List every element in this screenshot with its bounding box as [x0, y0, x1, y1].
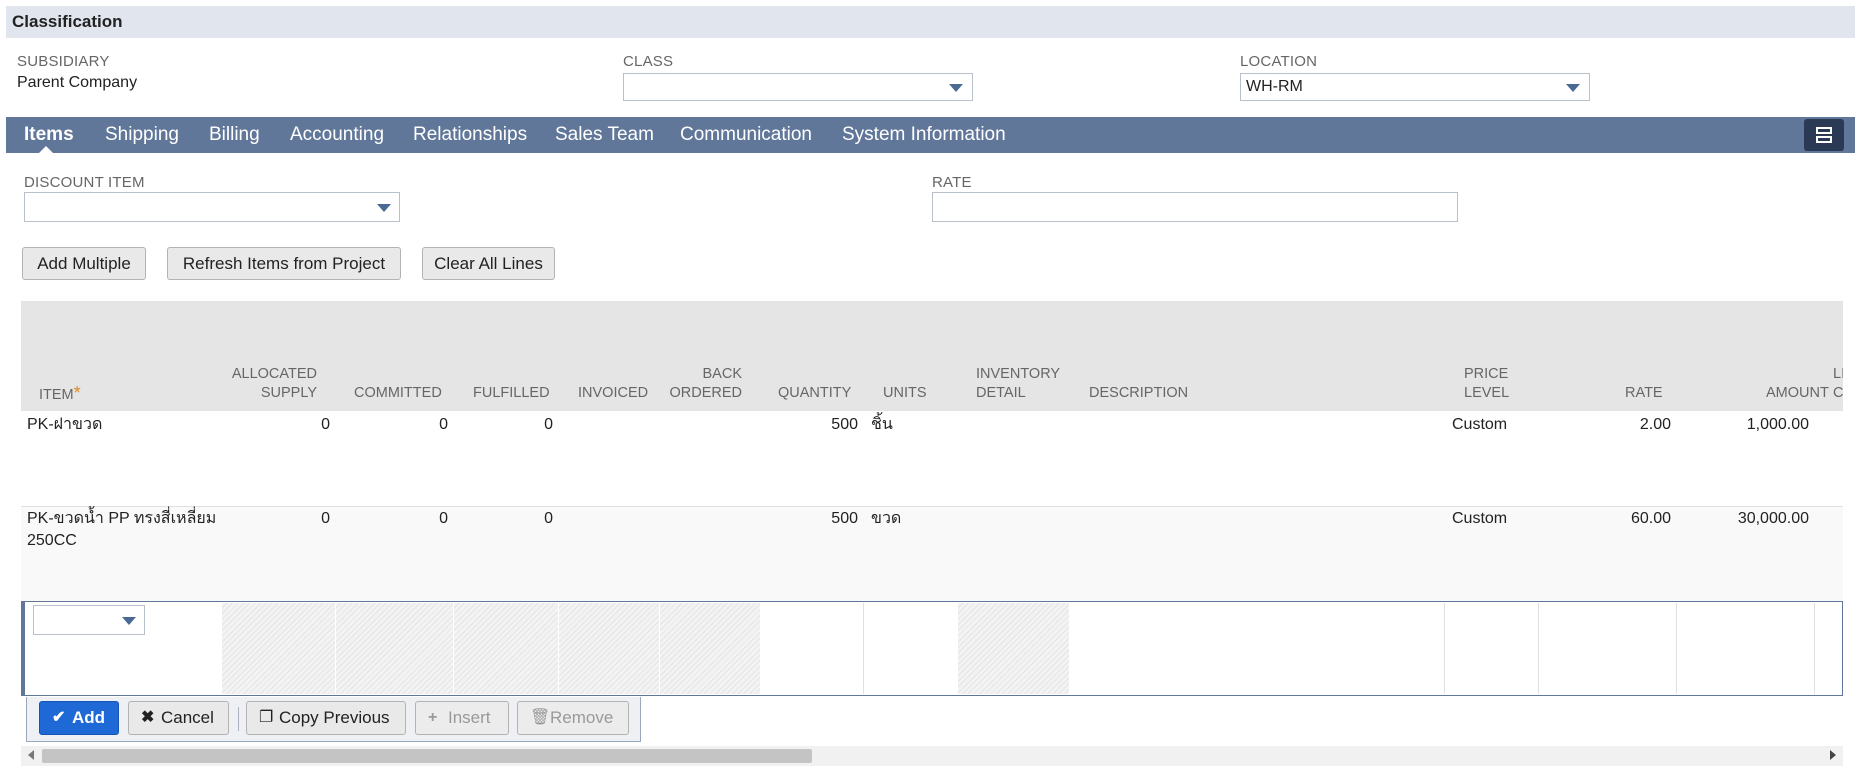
cell-divider [1676, 603, 1677, 694]
column-header-quantity[interactable]: QUANTITY [778, 384, 851, 403]
row1-quantity: 500 [831, 416, 858, 433]
close-icon: ✖ [141, 709, 155, 726]
column-header-back-ordered[interactable]: BACK ORDERED [660, 365, 742, 403]
new-line-item-select[interactable] [33, 605, 145, 635]
rate-input[interactable] [932, 192, 1458, 222]
scroll-left-icon[interactable] [28, 750, 34, 760]
column-header-fulfilled[interactable]: FULFILLED [473, 384, 550, 403]
active-tab-pointer [39, 146, 53, 153]
discount-item-select[interactable] [24, 192, 400, 222]
column-header-description[interactable]: DESCRIPTION [1089, 384, 1188, 403]
cell-divider [863, 603, 864, 694]
row2-quantity: 500 [831, 510, 858, 527]
scroll-right-icon[interactable] [1830, 750, 1836, 760]
tab-shipping[interactable]: Shipping [105, 117, 179, 153]
refresh-items-button[interactable]: Refresh Items from Project [167, 247, 401, 280]
insert-line-button[interactable]: + Insert [415, 701, 509, 735]
remove-line-button[interactable]: 🗑 Remove [517, 701, 629, 735]
row1-committed: 0 [439, 416, 448, 433]
row1-allocated: 0 [321, 416, 330, 433]
trash-icon: 🗑 [530, 709, 551, 726]
locked-cell [222, 603, 335, 694]
toolbar-divider [238, 707, 239, 731]
locked-cell [454, 603, 558, 694]
scrollbar-thumb[interactable] [42, 749, 812, 763]
row1-price-level: Custom [1452, 416, 1508, 433]
tab-sales-team[interactable]: Sales Team [555, 117, 654, 153]
subsidiary-label: SUBSIDIARY [17, 53, 110, 70]
tab-communication[interactable]: Communication [680, 117, 812, 153]
row1-fulfilled: 0 [544, 416, 553, 433]
column-header-amount[interactable]: AMOUNT [1766, 384, 1829, 403]
clear-all-lines-button[interactable]: Clear All Lines [422, 247, 555, 280]
column-header-allocated-supply[interactable]: ALLOCATED SUPPLY [222, 365, 317, 403]
chevron-down-icon[interactable] [377, 204, 391, 212]
section-header-classification: Classification [6, 6, 1855, 38]
column-header-item[interactable]: ITEM* [39, 384, 81, 405]
tab-relationships[interactable]: Relationships [413, 117, 527, 153]
row2-allocated: 0 [321, 510, 330, 527]
location-label: LOCATION [1240, 53, 1318, 70]
column-header-units[interactable]: UNITS [883, 384, 927, 403]
discount-item-label: DISCOUNT ITEM [24, 174, 145, 191]
row1-units: ชิ้น [871, 416, 893, 433]
row2-units: ขวด [871, 510, 902, 527]
row1-item[interactable]: PK-ฝาขวด [27, 414, 102, 436]
line-toolbar: ✔ Add ✖ Cancel ❐ Copy Previous + Insert 🗑 Rem… [26, 697, 641, 742]
copy-previous-button[interactable]: ❐ Copy Previous [246, 701, 406, 735]
locked-cell [336, 603, 453, 694]
row2-rate: 60.00 [1630, 510, 1671, 527]
chevron-down-icon[interactable] [122, 617, 136, 625]
row2-item[interactable]: PK-ขวดน้ำ PP ทรงสี่เหลี่ยม 250CC [27, 508, 216, 552]
column-header-invoiced[interactable]: INVOICED [578, 384, 648, 403]
row2-fulfilled: 0 [544, 510, 553, 527]
locked-cell [660, 603, 760, 694]
class-select[interactable] [623, 73, 973, 101]
column-header-price-level[interactable]: PRICE LEVEL [1464, 365, 1509, 403]
column-header-inventory-detail[interactable]: INVENTORY DETAIL [976, 365, 1060, 403]
row2-price-level: Custom [1452, 510, 1508, 527]
cell-divider [1814, 603, 1815, 694]
add-multiple-button[interactable]: Add Multiple [22, 247, 146, 280]
plus-icon: + [428, 709, 438, 726]
column-header-cut-off[interactable]: LIC [1833, 365, 1843, 403]
tab-accounting[interactable]: Accounting [290, 117, 384, 153]
locked-cell [958, 603, 1069, 694]
column-header-committed[interactable]: COMMITTED [354, 384, 442, 403]
copy-icon: ❐ [259, 709, 274, 726]
check-icon: ✔ [52, 709, 66, 726]
layout-toggle-icon[interactable] [1804, 119, 1844, 151]
location-select-value: WH-RM [1246, 78, 1303, 95]
cell-divider [1444, 603, 1445, 694]
chevron-down-icon[interactable] [949, 84, 963, 92]
tab-billing[interactable]: Billing [209, 117, 260, 153]
add-line-button[interactable]: ✔ Add [39, 701, 119, 735]
cancel-line-button[interactable]: ✖ Cancel [128, 701, 229, 735]
location-select[interactable]: WH-RM [1240, 73, 1590, 101]
locked-cell [559, 603, 659, 694]
chevron-down-icon[interactable] [1566, 84, 1580, 92]
subsidiary-value: Parent Company [17, 74, 138, 91]
column-header-rate[interactable]: RATE [1625, 384, 1663, 403]
cell-divider [1538, 603, 1539, 694]
tab-system-information[interactable]: System Information [842, 117, 1006, 153]
row2-amount: 30,000.00 [1737, 510, 1809, 527]
row2-committed: 0 [439, 510, 448, 527]
class-label: CLASS [623, 53, 674, 70]
row1-amount: 1,000.00 [1746, 416, 1809, 433]
rate-label: RATE [932, 174, 972, 191]
subtab-bar: Items Shipping Billing Accounting Relati… [6, 117, 1855, 153]
row1-rate: 2.00 [1639, 416, 1671, 433]
